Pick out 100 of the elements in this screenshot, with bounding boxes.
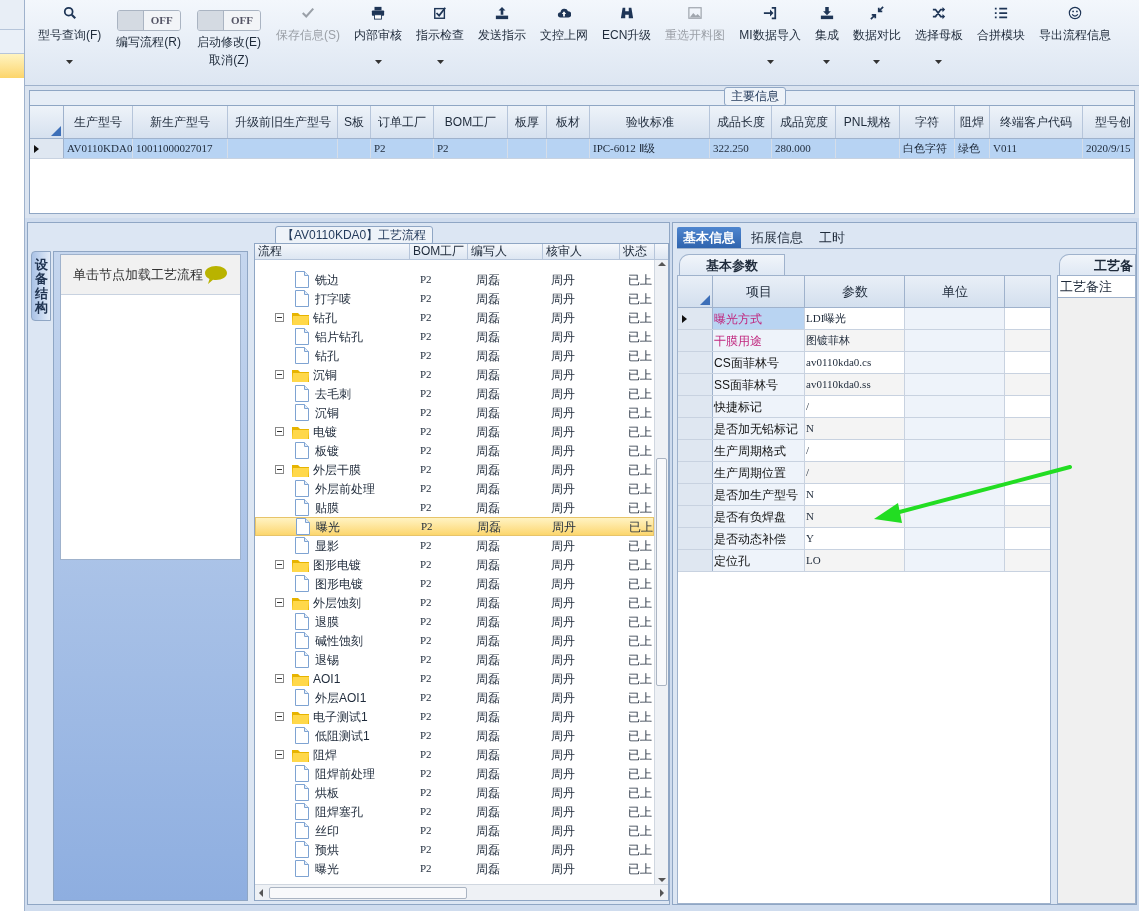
tree-row[interactable]: 钻孔 P2 周磊 周丹 已上: [255, 346, 655, 365]
row-header[interactable]: [30, 139, 64, 158]
table-cell[interactable]: [905, 352, 1005, 373]
collapse-icon[interactable]: [275, 750, 284, 759]
tab[interactable]: 基本信息: [677, 227, 741, 248]
toolbar-button[interactable]: MI数据导入: [732, 4, 808, 80]
collapse-icon[interactable]: [275, 427, 284, 436]
collapse-icon[interactable]: [275, 560, 284, 569]
tree-row[interactable]: 去毛刺 P2 周磊 周丹 已上: [255, 384, 655, 403]
table-cell[interactable]: [905, 396, 1005, 417]
tab[interactable]: 工时: [813, 227, 851, 248]
tree-row[interactable]: 阻焊前处理 P2 周磊 周丹 已上: [255, 764, 655, 783]
tree-row[interactable]: 退锡 P2 周磊 周丹 已上: [255, 650, 655, 669]
tree-row[interactable]: 打字唛 P2 周磊 周丹 已上: [255, 289, 655, 308]
table-cell[interactable]: 是否动态补偿: [713, 528, 805, 549]
tree-row[interactable]: 曝光 P2 周磊 周丹 已上: [255, 859, 655, 878]
toolbar-button[interactable]: 集成: [807, 4, 846, 80]
table-cell[interactable]: CS面菲林号: [713, 352, 805, 373]
tree-row[interactable]: 烘板 P2 周磊 周丹 已上: [255, 783, 655, 802]
scroll-right-icon[interactable]: [658, 887, 666, 898]
tree-row[interactable]: 退膜 P2 周磊 周丹 已上: [255, 612, 655, 631]
scroll-thumb[interactable]: [656, 458, 667, 686]
table-cell[interactable]: [905, 462, 1005, 483]
toolbar-button[interactable]: ECN升级: [595, 4, 659, 80]
dropdown-caret-icon[interactable]: [374, 60, 382, 64]
tree-row[interactable]: 低阻测试1 P2 周磊 周丹 已上: [255, 726, 655, 745]
table-cell[interactable]: 曝光方式: [713, 308, 805, 329]
table-row[interactable]: AV0110KDA0 10011000027017 P2 P2 IPC-6012 Ⅱ级 322.250 280.000 白色字符 绿色 V011 2020/9/15: [30, 139, 1134, 159]
tree-row[interactable]: 图形电镀 P2 周磊 周丹 已上: [255, 574, 655, 593]
toolbar-button[interactable]: 导出流程信息: [1031, 4, 1118, 80]
cancel-button[interactable]: 取消(Z): [209, 51, 249, 69]
tab[interactable]: 基本参数: [679, 254, 785, 275]
toolbar-button[interactable]: 内部审核: [347, 4, 409, 80]
toolbar-button[interactable]: 发送指示: [471, 4, 533, 80]
table-cell[interactable]: 快捷标记: [713, 396, 805, 417]
table-cell[interactable]: 生产周期位置: [713, 462, 805, 483]
selected-list-item[interactable]: [0, 54, 24, 78]
collapse-icon[interactable]: [275, 598, 284, 607]
tree-row[interactable]: 阻焊塞孔 P2 周磊 周丹 已上: [255, 802, 655, 821]
table-cell[interactable]: 是否有负焊盘: [713, 506, 805, 527]
collapse-icon[interactable]: [275, 674, 284, 683]
tree-row[interactable]: 图形电镀 P2 周磊 周丹 已上: [255, 555, 655, 574]
toolbar-button[interactable]: 选择母板: [907, 4, 970, 80]
tree-row[interactable]: 碱性蚀刻 P2 周磊 周丹 已上: [255, 631, 655, 650]
table-cell[interactable]: SS面菲林号: [713, 374, 805, 395]
tree-row[interactable]: 钻孔 P2 周磊 周丹 已上: [255, 308, 655, 327]
tree-row[interactable]: 外层AOI1 P2 周磊 周丹 已上: [255, 688, 655, 707]
toggle-switch[interactable]: OFF: [197, 10, 261, 31]
tree-row[interactable]: 贴膜 P2 周磊 周丹 已上: [255, 498, 655, 517]
table-cell[interactable]: [905, 440, 1005, 461]
table-cell[interactable]: 是否加生产型号: [713, 484, 805, 505]
tree-row[interactable]: 曝光 P2 周磊 周丹 已上: [255, 517, 655, 536]
dropdown-caret-icon[interactable]: [436, 60, 444, 64]
table-cell[interactable]: [905, 550, 1005, 571]
table-cell[interactable]: [905, 308, 1005, 329]
tree-row[interactable]: 显影 P2 周磊 周丹 已上: [255, 536, 655, 555]
tree-row[interactable]: 预烘 P2 周磊 周丹 已上: [255, 840, 655, 859]
scroll-left-icon[interactable]: [257, 887, 265, 898]
tree-row[interactable]: 外层前处理 P2 周磊 周丹 已上: [255, 479, 655, 498]
collapse-icon[interactable]: [275, 313, 284, 322]
tree-row[interactable]: 沉铜 P2 周磊 周丹 已上: [255, 403, 655, 422]
tab[interactable]: 拓展信息: [745, 227, 809, 248]
tab[interactable]: 工艺备: [1059, 254, 1136, 275]
tree-row[interactable]: 电子测试1 P2 周磊 周丹 已上: [255, 707, 655, 726]
collapse-icon[interactable]: [275, 465, 284, 474]
table-cell[interactable]: 干膜用途: [713, 330, 805, 351]
tree-row[interactable]: 沉铜 P2 周磊 周丹 已上: [255, 365, 655, 384]
horizontal-scrollbar[interactable]: [255, 884, 668, 900]
toolbar-button[interactable]: 文控上网: [533, 4, 595, 80]
dropdown-caret-icon[interactable]: [935, 60, 943, 64]
dropdown-caret-icon[interactable]: [766, 60, 774, 64]
collapse-icon[interactable]: [275, 370, 284, 379]
toolbar-button[interactable]: 型号查询(F): [31, 4, 109, 80]
row-header[interactable]: [678, 308, 713, 329]
tree-row[interactable]: AOI1 P2 周磊 周丹 已上: [255, 669, 655, 688]
collapse-icon[interactable]: [275, 712, 284, 721]
toolbar-button[interactable]: 数据对比: [845, 4, 908, 80]
tree-row[interactable]: 丝印 P2 周磊 周丹 已上: [255, 821, 655, 840]
tree-row[interactable]: 电镀 P2 周磊 周丹 已上: [255, 422, 655, 441]
table-cell[interactable]: 定位孔: [713, 550, 805, 571]
tree-row[interactable]: 铣边 P2 周磊 周丹 已上: [255, 270, 655, 289]
dropdown-caret-icon[interactable]: [873, 60, 881, 64]
toggle-switch[interactable]: OFF: [116, 10, 181, 31]
table-cell[interactable]: [905, 528, 1005, 549]
dropdown-caret-icon[interactable]: [66, 60, 74, 64]
tree-row[interactable]: 阻焊 P2 周磊 周丹 已上: [255, 745, 655, 764]
scroll-thumb[interactable]: [269, 886, 467, 899]
toolbar-button[interactable]: 指示检查: [409, 4, 471, 80]
tree-row[interactable]: 外层蚀刻 P2 周磊 周丹 已上: [255, 593, 655, 612]
vertical-tab[interactable]: 设备结构: [31, 251, 51, 321]
dropdown-caret-icon[interactable]: [823, 60, 831, 64]
table-cell[interactable]: [905, 330, 1005, 351]
table-cell[interactable]: [905, 374, 1005, 395]
table-cell[interactable]: [905, 418, 1005, 439]
table-cell[interactable]: 是否加无铅标记: [713, 418, 805, 439]
tree-row[interactable]: 外层干膜 P2 周磊 周丹 已上: [255, 460, 655, 479]
table-cell[interactable]: 生产周期格式: [713, 440, 805, 461]
table-cell[interactable]: [905, 506, 1005, 527]
tree-row[interactable]: 板镀 P2 周磊 周丹 已上: [255, 441, 655, 460]
toolbar-button[interactable]: 合拼模块: [969, 4, 1032, 80]
